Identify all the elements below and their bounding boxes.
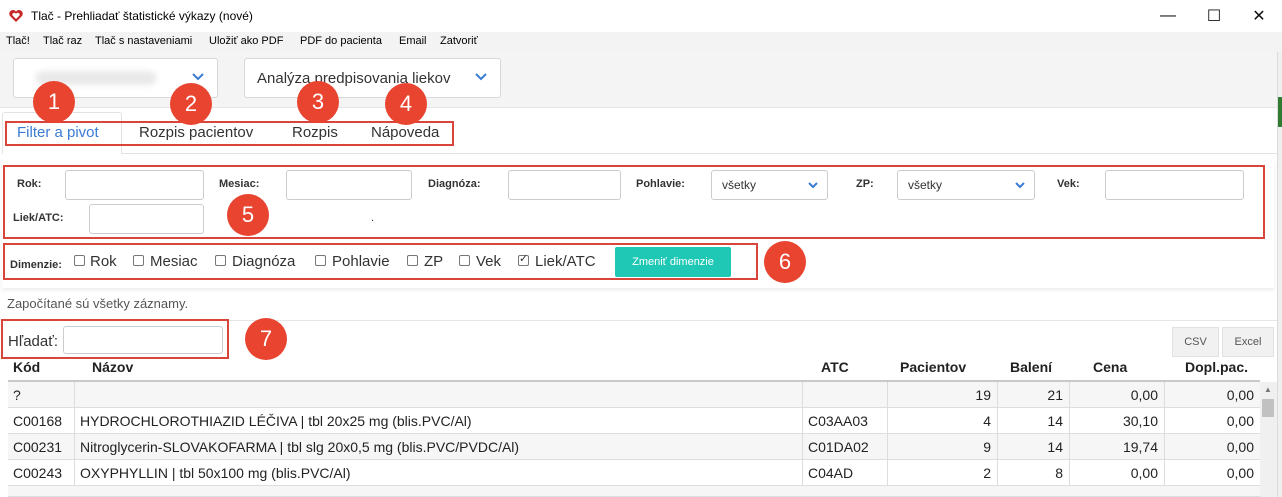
- title-bar: Tlač - Prehliadať štatistické výkazy (no…: [0, 0, 1282, 32]
- report-selector-value: Analýza predpisovania liekov: [257, 69, 451, 87]
- tab-divider: [122, 153, 1277, 154]
- menu-item-tlac[interactable]: Tlač!: [6, 35, 30, 47]
- table-scrollbar[interactable]: ▲: [1260, 382, 1277, 497]
- cell-baleni: 21: [997, 382, 1069, 408]
- table-row[interactable]: C00168 HYDROCHLOROTHIAZID LÉČIVA | tbl 2…: [8, 408, 1260, 434]
- cell-baleni: 14: [997, 434, 1069, 460]
- cell-atc: C03AA03: [802, 408, 887, 434]
- cell-cena: 30,10: [1069, 408, 1164, 434]
- menu-item-email[interactable]: Email: [399, 35, 427, 47]
- cell-pacientov: 4: [887, 408, 997, 434]
- annotation-badge-1: 1: [33, 81, 75, 123]
- cell-dopl-pac: 0,00: [1164, 382, 1260, 408]
- cell-pacientov: 2: [887, 460, 997, 486]
- annotation-box-dimensions: [3, 243, 758, 280]
- table-row[interactable]: C00231 Nitroglycerin-SLOVAKOFARMA | tbl …: [8, 434, 1260, 460]
- green-marker: [1278, 97, 1282, 127]
- table-row[interactable]: ? 19 21 0,00 0,00: [8, 382, 1260, 408]
- cell-pacientov: 9: [887, 434, 997, 460]
- cell-dopl-pac: 0,00: [1164, 460, 1260, 486]
- report-selector[interactable]: Analýza predpisovania liekov: [244, 58, 501, 98]
- cell-kod: ?: [13, 387, 21, 403]
- annotation-badge-4: 4: [385, 83, 427, 125]
- cell-nazov: [74, 382, 802, 408]
- menu-item-ulozit-pdf[interactable]: Uložiť ako PDF: [209, 35, 283, 47]
- column-header-dopl-pac[interactable]: Dopl.pac.: [1185, 359, 1248, 375]
- right-edge-strip: [1277, 52, 1282, 497]
- cell-cena: 19,74: [1069, 434, 1164, 460]
- cell-nazov: HYDROCHLOROTHIAZID LÉČIVA | tbl 20x25 mg…: [74, 408, 802, 434]
- cell-kod: C00243: [13, 465, 63, 481]
- cell-atc: C01DA02: [802, 434, 887, 460]
- cell-nazov: OXYPHYLLIN | tbl 50x100 mg (blis.PVC/Al): [74, 460, 802, 486]
- annotation-badge-3: 3: [297, 81, 339, 123]
- annotation-box-filters: [3, 165, 1265, 239]
- column-header-pacientov[interactable]: Pacientov: [900, 359, 966, 375]
- cell-dopl-pac: 0,00: [1164, 434, 1260, 460]
- cell-kod: C00168: [13, 413, 63, 429]
- scrollbar-thumb[interactable]: [1262, 399, 1274, 417]
- column-header-cena[interactable]: Cena: [1093, 359, 1127, 375]
- cell-baleni: 8: [997, 460, 1069, 486]
- chevron-down-icon: [475, 73, 487, 81]
- annotation-badge-2: 2: [170, 83, 212, 125]
- heart-app-icon: [9, 10, 23, 22]
- column-header-atc[interactable]: ATC: [821, 359, 849, 375]
- menu-bar: Tlač! Tlač raz Tlač s nastaveniami Uloži…: [0, 32, 1282, 52]
- column-header-kod[interactable]: Kód: [13, 359, 40, 375]
- table-row-partial: [8, 486, 1260, 497]
- menu-item-tlac-raz[interactable]: Tlač raz: [43, 35, 82, 47]
- cell-pacientov: 19: [887, 382, 997, 408]
- excel-button[interactable]: Excel: [1222, 327, 1274, 357]
- window-title: Tlač - Prehliadať štatistické výkazy (no…: [31, 9, 253, 23]
- cell-cena: 0,00: [1069, 460, 1164, 486]
- column-header-baleni[interactable]: Balení: [1010, 359, 1052, 375]
- cell-nazov: Nitroglycerin-SLOVAKOFARMA | tbl slg 20x…: [74, 434, 802, 460]
- scroll-up-arrow-icon[interactable]: ▲: [1264, 385, 1272, 394]
- close-button[interactable]: ✕: [1236, 0, 1282, 32]
- csv-button[interactable]: CSV: [1172, 327, 1219, 357]
- table-row[interactable]: C00243 OXYPHYLLIN | tbl 50x100 mg (blis.…: [8, 460, 1260, 486]
- annotation-badge-7: 7: [245, 318, 287, 360]
- annotation-box-search: [1, 319, 229, 359]
- cell-atc: [802, 382, 887, 408]
- minimize-button[interactable]: —: [1145, 0, 1191, 32]
- annotation-box-tabs: [5, 121, 454, 146]
- annotation-badge-6: 6: [764, 241, 806, 283]
- maximize-button[interactable]: ☐: [1191, 0, 1237, 32]
- chevron-down-icon: [192, 73, 204, 81]
- status-text: Započítané sú všetky záznamy.: [7, 296, 189, 311]
- cell-dopl-pac: 0,00: [1164, 408, 1260, 434]
- cell-atc: C04AD: [802, 460, 887, 486]
- column-header-nazov[interactable]: Názov: [92, 359, 133, 375]
- cell-kod: C00231: [13, 439, 63, 455]
- menu-item-pdf-do-pacienta[interactable]: PDF do pacienta: [300, 35, 382, 47]
- menu-item-zatvorit[interactable]: Zatvoriť: [440, 35, 478, 47]
- cell-cena: 0,00: [1069, 382, 1164, 408]
- annotation-badge-5: 5: [227, 194, 269, 236]
- cell-baleni: 14: [997, 408, 1069, 434]
- menu-item-tlac-s-nastaveniami[interactable]: Tlač s nastaveniami: [95, 35, 192, 47]
